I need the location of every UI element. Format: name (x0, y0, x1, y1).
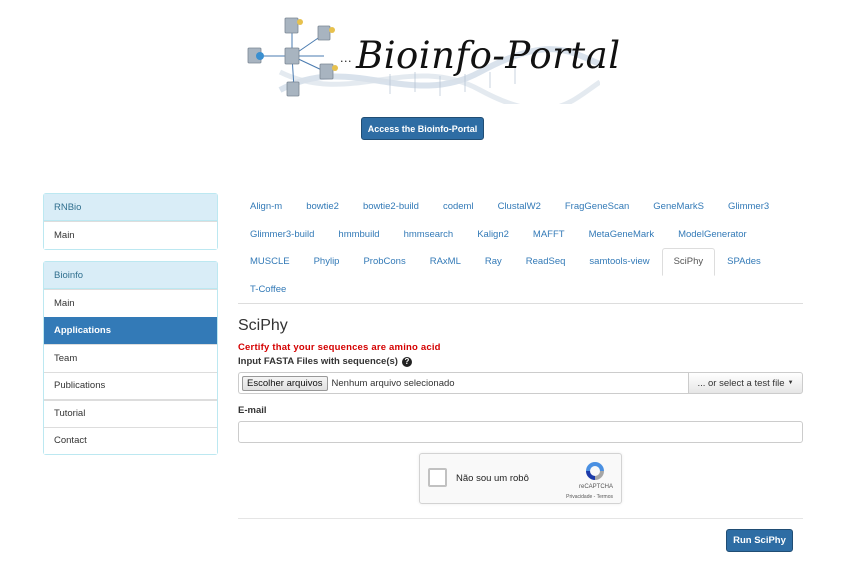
recaptcha-widget: Não sou um robô reCAPTCHA Privacidade - … (419, 453, 622, 504)
sidebar-item-rnbio-main[interactable]: Main (44, 221, 217, 249)
sidebar-rnbio-panel: RNBio Main (43, 193, 218, 250)
tab-hmmsearch[interactable]: hmmsearch (392, 221, 466, 249)
tab-spades[interactable]: SPAdes (715, 248, 773, 276)
application-tabs: Align-m bowtie2 bowtie2-build codeml Clustal… (238, 193, 803, 304)
tab-readseq[interactable]: ReadSeq (514, 248, 578, 276)
recaptcha-terms-link[interactable]: Privacidade - Termos (566, 494, 613, 500)
choose-files-button[interactable]: Escolher arquivos (242, 375, 328, 391)
tab-mafft[interactable]: MAFFT (521, 221, 577, 249)
amino-acid-warning: Certify that your sequences are amino ac… (238, 342, 441, 353)
sidebar-bioinfo-panel: Bioinfo Main Applications Team Publicati… (43, 261, 218, 455)
sidebar-item-publications[interactable]: Publications (44, 371, 217, 399)
tab-sciphy[interactable]: SciPhy (661, 248, 716, 276)
run-sciphy-button[interactable]: Run SciPhy (726, 529, 793, 552)
tab-bowtie2-build[interactable]: bowtie2-build (351, 193, 431, 221)
caret-down-icon: ▼ (787, 380, 794, 386)
fasta-input-label: Input FASTA Files with sequence(s) ? (238, 356, 412, 367)
logo-title: ... Bioinfo-Portal (340, 34, 621, 77)
tab-bowtie2[interactable]: bowtie2 (294, 193, 351, 221)
recaptcha-logo-icon (586, 462, 604, 480)
no-file-selected-text: Nenhum arquivo selecionado (331, 377, 455, 389)
tab-raxml[interactable]: RAxML (418, 248, 473, 276)
form-divider (238, 518, 803, 519)
tab-ray[interactable]: Ray (473, 248, 514, 276)
tab-glimmer3[interactable]: Glimmer3 (716, 193, 781, 221)
tab-phylip[interactable]: Phylip (302, 248, 352, 276)
tab-kalign2[interactable]: Kalign2 (465, 221, 521, 249)
access-bioinfo-portal-button[interactable]: Access the Bioinfo-Portal (361, 117, 484, 140)
sidebar-item-tutorial[interactable]: Tutorial (44, 399, 217, 427)
tab-align-m[interactable]: Align-m (238, 193, 294, 221)
tab-t-coffee[interactable]: T-Coffee (238, 276, 298, 304)
tab-glimmer3-build[interactable]: Glimmer3-build (238, 221, 326, 249)
select-test-file-label: ... or select a test file (697, 377, 785, 389)
recaptcha-brand: reCAPTCHA (578, 484, 613, 490)
tab-samtools-view[interactable]: samtools-view (577, 248, 661, 276)
tab-fraggenescan[interactable]: FragGeneScan (553, 193, 641, 221)
fasta-input-label-text: Input FASTA Files with sequence(s) (238, 356, 398, 367)
email-label: E-mail (238, 405, 267, 416)
recaptcha-checkbox[interactable] (428, 468, 447, 487)
tab-metagenemark[interactable]: MetaGeneMark (577, 221, 666, 249)
email-input[interactable] (238, 421, 803, 443)
sidebar-heading-rnbio: RNBio (44, 194, 217, 221)
bioinfo-portal-logo: ... Bioinfo-Portal (240, 12, 620, 112)
help-icon[interactable]: ? (401, 356, 412, 367)
tab-hmmbuild[interactable]: hmmbuild (326, 221, 391, 249)
tab-modelgenerator[interactable]: ModelGenerator (666, 221, 759, 249)
file-input[interactable]: Escolher arquivos Nenhum arquivo selecio… (238, 372, 688, 394)
logo-ellipsis: ... (340, 52, 352, 65)
tab-codeml[interactable]: codeml (431, 193, 486, 221)
tab-clustalw2[interactable]: ClustalW2 (486, 193, 553, 221)
recaptcha-label: Não sou um robô (456, 473, 529, 484)
sidebar-heading-bioinfo: Bioinfo (44, 262, 217, 289)
select-test-file-dropdown[interactable]: ... or select a test file ▼ (688, 372, 803, 394)
page-title: SciPhy (238, 317, 288, 334)
sidebar-item-main[interactable]: Main (44, 289, 217, 317)
sidebar-item-team[interactable]: Team (44, 344, 217, 372)
tab-muscle[interactable]: MUSCLE (238, 248, 302, 276)
tab-genemarks[interactable]: GeneMarkS (641, 193, 716, 221)
sidebar-item-contact[interactable]: Contact (44, 426, 217, 454)
file-input-group: Escolher arquivos Nenhum arquivo selecio… (238, 372, 803, 394)
logo-text: Bioinfo-Portal (356, 34, 621, 77)
sidebar-item-applications[interactable]: Applications (44, 316, 217, 344)
tab-probcons[interactable]: ProbCons (351, 248, 417, 276)
